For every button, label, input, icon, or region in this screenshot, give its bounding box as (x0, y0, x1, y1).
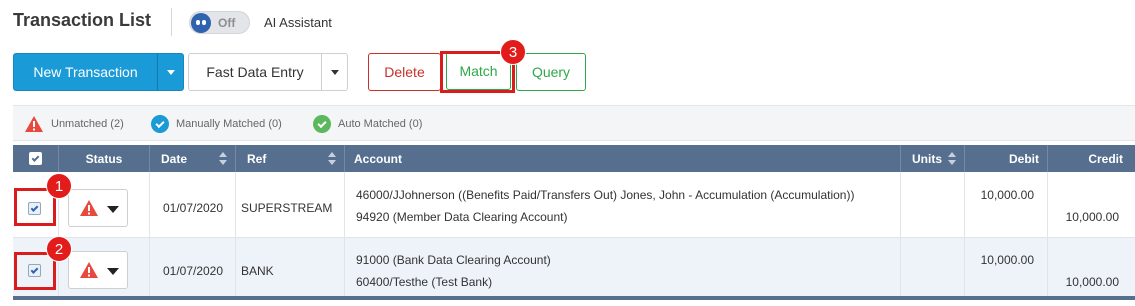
caret-down-icon (107, 206, 119, 213)
check-circle-green-icon (313, 115, 331, 133)
date-cell: 01/07/2020 (150, 238, 236, 296)
header-date-label: Date (161, 151, 188, 166)
new-transaction-button[interactable]: New Transaction (13, 53, 184, 91)
status-cell (59, 172, 150, 237)
units-cell (901, 172, 965, 237)
ref-cell: SUPERSTREAM (236, 172, 345, 237)
account-line-2: 94920 (Member Data Clearing Account) (356, 210, 568, 224)
ref-value: BANK (241, 264, 274, 278)
status-cell (59, 238, 150, 296)
legend-unmatched-label: Unmatched (2) (51, 118, 124, 130)
select-all-checkbox[interactable] (29, 152, 42, 165)
date-value: 01/07/2020 (162, 264, 224, 278)
header-ref-label: Ref (247, 151, 267, 166)
ai-assistant-toggle[interactable]: Off (189, 11, 250, 34)
credit-value: 10,000.00 (1065, 275, 1119, 289)
legend-auto-matched-label: Auto Matched (0) (338, 118, 423, 130)
credit-cell: 10,000.00 (1048, 172, 1135, 237)
warning-triangle-icon (25, 116, 43, 132)
legend-unmatched: Unmatched (2) (24, 115, 124, 133)
account-cell: 91000 (Bank Data Clearing Account) 60400… (345, 238, 901, 296)
delete-button[interactable]: Delete (368, 53, 441, 91)
fast-data-entry-label: Fast Data Entry (206, 64, 304, 80)
warning-triangle-icon (80, 200, 98, 216)
fast-data-entry-button[interactable]: Fast Data Entry (188, 53, 348, 91)
header-account-label: Account (354, 151, 402, 166)
header-credit: Credit (1048, 145, 1135, 172)
header-units-label: Units (912, 151, 942, 166)
header-status: Status (59, 145, 150, 172)
debit-value: 10,000.00 (980, 188, 1034, 202)
toggle-state-label: Off (218, 16, 236, 30)
annotation-badge-3: 3 (500, 39, 526, 65)
header-select-all[interactable] (13, 145, 59, 172)
page-title: Transaction List (13, 10, 152, 30)
check-circle-blue-icon (151, 115, 169, 133)
query-button[interactable]: Query (516, 53, 586, 91)
legend-auto-matched: Auto Matched (0) (313, 115, 422, 133)
header-units[interactable]: Units (901, 145, 965, 172)
header-debit-label: Debit (1009, 151, 1039, 166)
ref-value: SUPERSTREAM (241, 201, 333, 215)
new-transaction-label: New Transaction (33, 64, 138, 80)
credit-value: 10,000.00 (1065, 210, 1119, 224)
account-line-1: 46000/JJohnerson ((Benefits Paid/Transfe… (356, 188, 855, 202)
date-value: 01/07/2020 (162, 201, 224, 215)
annotation-badge-1: 1 (46, 173, 72, 199)
debit-value: 10,000.00 (980, 253, 1034, 267)
table-header: Status Date Ref Account Units Debit Cred… (13, 145, 1135, 172)
header-debit: Debit (965, 145, 1048, 172)
header-ref[interactable]: Ref (236, 145, 345, 172)
legend-manually-matched: Manually Matched (0) (151, 115, 282, 133)
credit-cell: 10,000.00 (1048, 238, 1135, 296)
account-line-2: 60400/Testhe (Test Bank) (356, 275, 493, 289)
table-row[interactable]: 01/07/2020 SUPERSTREAM 46000/JJohnerson … (13, 172, 1135, 238)
debit-cell: 10,000.00 (965, 238, 1048, 296)
chevron-down-icon[interactable] (167, 70, 175, 75)
table-row[interactable]: 01/07/2020 BANK 91000 (Bank Data Clearin… (13, 238, 1135, 300)
chevron-down-icon[interactable] (331, 70, 339, 75)
robot-icon (191, 13, 211, 33)
match-legend: Unmatched (2) Manually Matched (0) Auto … (13, 105, 1135, 141)
legend-manually-matched-label: Manually Matched (0) (176, 118, 282, 130)
units-cell (901, 238, 965, 296)
account-line-1: 91000 (Bank Data Clearing Account) (356, 253, 551, 267)
sort-icon[interactable] (948, 152, 956, 165)
header-status-label: Status (85, 151, 123, 166)
header-credit-label: Credit (1088, 151, 1123, 166)
annotation-badge-2: 2 (46, 236, 72, 262)
status-dropdown[interactable] (68, 251, 128, 289)
header-date[interactable]: Date (150, 145, 236, 172)
header-account: Account (345, 145, 901, 172)
debit-cell: 10,000.00 (965, 172, 1048, 237)
warning-triangle-icon (80, 262, 98, 278)
ref-cell: BANK (236, 238, 345, 296)
date-cell: 01/07/2020 (150, 172, 236, 237)
split-divider (321, 54, 322, 90)
sort-icon[interactable] (328, 152, 336, 165)
status-dropdown[interactable] (68, 189, 128, 227)
sort-icon[interactable] (219, 152, 227, 165)
split-divider (157, 54, 158, 90)
title-divider (171, 8, 172, 36)
caret-down-icon (107, 268, 119, 275)
ai-assistant-label: AI Assistant (264, 15, 332, 30)
account-cell: 46000/JJohnerson ((Benefits Paid/Transfe… (345, 172, 901, 237)
